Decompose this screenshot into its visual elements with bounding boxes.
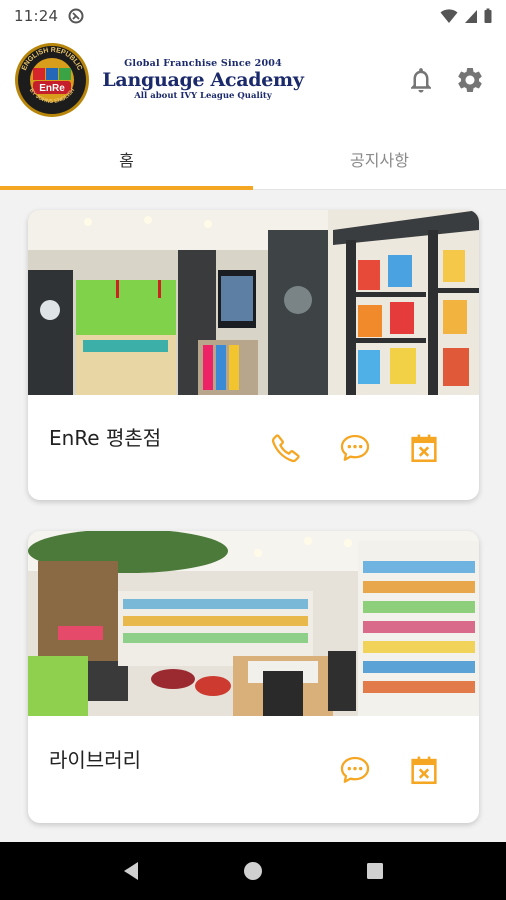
home-button[interactable] xyxy=(238,856,268,886)
tab-bar: 홈 공지사항 xyxy=(0,128,506,190)
calendar-icon[interactable] xyxy=(407,753,441,787)
recents-button[interactable] xyxy=(360,856,390,886)
lobby-photo xyxy=(28,210,479,395)
status-time: 11:24 xyxy=(14,7,59,25)
branch-card[interactable]: EnRe 평촌점 xyxy=(28,210,479,500)
calendar-icon[interactable] xyxy=(407,431,441,465)
bell-icon[interactable] xyxy=(406,65,436,95)
brand-tagline-top: Global Franchise Since 2004 xyxy=(124,58,282,69)
gear-icon[interactable] xyxy=(455,65,485,95)
brand-tagline-bottom: All about IVY League Quality xyxy=(134,91,272,101)
back-triangle-icon xyxy=(124,862,138,880)
brand-name: Language Academy xyxy=(102,69,304,91)
brand-text: Global Franchise Since 2004 Language Aca… xyxy=(96,58,310,101)
chat-icon[interactable] xyxy=(338,431,372,465)
status-bar: 11:24 xyxy=(0,0,506,32)
card-list: EnRe 평촌점 라이브러리 xyxy=(0,190,506,842)
signal-icon xyxy=(465,10,477,23)
chat-icon[interactable] xyxy=(338,753,372,787)
tab-home[interactable]: 홈 xyxy=(0,128,253,190)
home-circle-icon xyxy=(244,862,262,880)
library-photo xyxy=(28,531,479,716)
battery-icon xyxy=(484,8,492,23)
status-icons xyxy=(440,8,492,24)
enre-logo: EnRe ENGLISH REPUBLIC BY JOHNS ENGLISH xyxy=(15,43,89,117)
wifi-icon xyxy=(440,9,458,23)
app-header: EnRe ENGLISH REPUBLIC BY JOHNS ENGLISH G… xyxy=(0,32,506,128)
recents-square-icon xyxy=(367,863,383,879)
library-card[interactable]: 라이브러리 xyxy=(28,531,479,823)
logo-text: EnRe xyxy=(39,83,65,94)
nfc-icon xyxy=(68,8,84,24)
back-button[interactable] xyxy=(116,856,146,886)
tab-notices[interactable]: 공지사항 xyxy=(253,128,506,190)
card-title: 라이브러리 xyxy=(49,748,141,772)
system-nav-bar xyxy=(0,842,506,900)
phone-icon[interactable] xyxy=(269,431,303,465)
card-title: EnRe 평촌점 xyxy=(49,426,162,450)
